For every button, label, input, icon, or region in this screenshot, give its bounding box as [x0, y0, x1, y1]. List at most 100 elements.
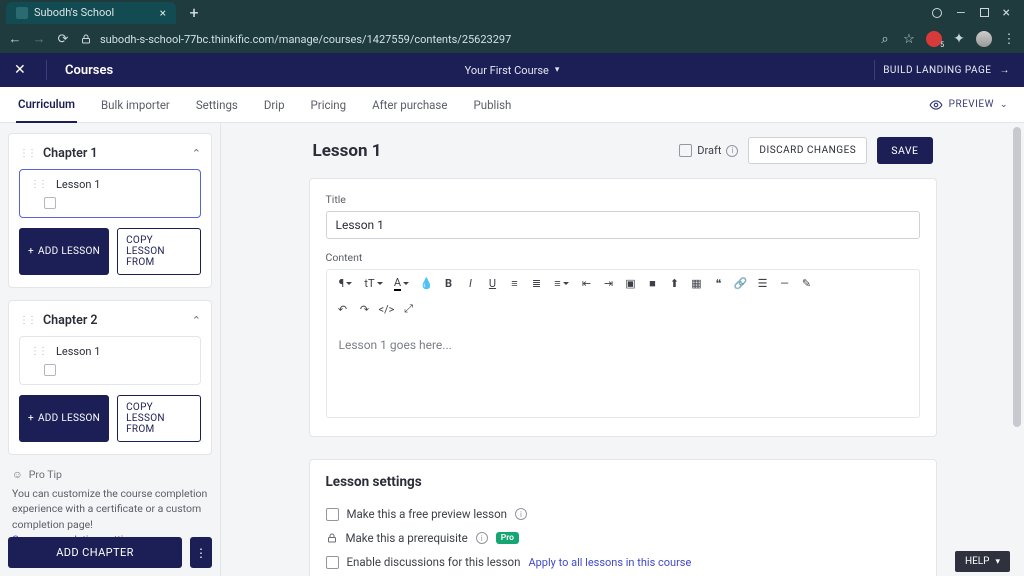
add-lesson-button[interactable]: +ADD LESSON	[19, 228, 109, 275]
checkbox[interactable]	[679, 144, 692, 157]
draft-toggle[interactable]: Draft i	[679, 144, 738, 157]
ordered-list-icon[interactable]: ≡	[505, 274, 525, 292]
copy-lesson-button[interactable]: COPY LESSON FROM	[117, 395, 201, 442]
build-landing-page-button[interactable]: BUILD LANDING PAGE	[883, 65, 991, 76]
apply-all-link[interactable]: Apply to all lessons in this course	[528, 556, 691, 569]
underline-icon[interactable]: U	[483, 274, 503, 292]
tab-after-purchase[interactable]: After purchase	[370, 88, 449, 122]
text-color-icon[interactable]: A	[389, 274, 415, 292]
course-name: Your First Course	[465, 64, 549, 77]
undo-icon[interactable]: ↶	[333, 300, 353, 318]
editor-toolbar: ¶ tT A 💧 B I U ≡ ≣ ≡ ⇤ ⇥ ▣ ■ ⬆ ▦ ❝	[326, 269, 920, 322]
add-lesson-button[interactable]: +ADD LESSON	[19, 395, 109, 442]
menu-icon[interactable]: ⋮	[1002, 32, 1016, 47]
extensions-icon[interactable]: ✦	[952, 31, 966, 47]
chevron-down-icon: ▾	[555, 65, 560, 75]
tab-curriculum[interactable]: Curriculum	[16, 87, 77, 123]
checkbox[interactable]	[326, 508, 339, 521]
close-window-icon[interactable]: ×	[1003, 5, 1010, 21]
browser-tab[interactable]: Subodh's School ×	[6, 2, 176, 24]
lesson-type-icon	[44, 364, 56, 376]
highlight-icon[interactable]: 💧	[417, 274, 437, 292]
extension-abp-icon[interactable]	[926, 31, 942, 47]
code-view-icon[interactable]: </>	[377, 300, 397, 318]
info-icon[interactable]: i	[476, 532, 488, 544]
draft-label: Draft	[697, 144, 721, 157]
course-selector[interactable]: Your First Course ▾	[465, 64, 560, 77]
content-editor[interactable]: Lesson 1 goes here...	[326, 322, 920, 418]
new-tab-button[interactable]: +	[184, 3, 204, 23]
clear-format-icon[interactable]: ✎	[797, 274, 817, 292]
page-title: Lesson 1	[313, 141, 382, 161]
help-label: HELP	[965, 556, 990, 567]
scroll-thumb[interactable]	[1013, 127, 1021, 427]
tab-settings[interactable]: Settings	[194, 88, 240, 122]
profile-avatar[interactable]	[976, 31, 992, 47]
quote-icon[interactable]: ❝	[709, 274, 729, 292]
reload-icon[interactable]: ⟳	[56, 32, 70, 47]
image-icon[interactable]: ▣	[621, 274, 641, 292]
maximize-icon[interactable]	[980, 8, 989, 17]
paragraph-format-icon[interactable]: ¶	[333, 274, 359, 292]
drag-handle-icon[interactable]: ⋮⋮	[30, 179, 46, 190]
drag-handle-icon[interactable]: ⋮⋮	[19, 315, 35, 326]
indent-icon[interactable]: ⇥	[599, 274, 619, 292]
divider	[874, 60, 875, 80]
protip-label: Pro Tip	[29, 467, 62, 482]
checkbox[interactable]	[326, 556, 339, 569]
add-chapter-button[interactable]: ADD CHAPTER	[8, 537, 182, 568]
info-icon[interactable]: i	[515, 508, 527, 520]
save-button[interactable]: SAVE	[877, 137, 932, 164]
font-size-icon[interactable]: tT	[361, 274, 387, 292]
account-indicator-icon[interactable]	[932, 8, 942, 18]
lesson-item[interactable]: ⋮⋮ Lesson 1	[19, 169, 201, 218]
tab-publish[interactable]: Publish	[471, 88, 513, 122]
italic-icon[interactable]: I	[461, 274, 481, 292]
star-icon[interactable]: ☆	[902, 32, 916, 47]
minimize-icon[interactable]: —	[956, 6, 965, 20]
unordered-list-icon[interactable]: ≣	[527, 274, 547, 292]
drag-handle-icon[interactable]: ⋮⋮	[19, 148, 35, 159]
tab-drip[interactable]: Drip	[262, 88, 287, 122]
fullscreen-icon[interactable]: ⤢	[399, 300, 419, 318]
align-icon[interactable]: ≡	[549, 274, 575, 292]
chapter-card: ⋮⋮ Chapter 1 ⌃ ⋮⋮ Lesson 1 +ADD LESSON C…	[8, 133, 212, 288]
prerequisite-label: Make this a prerequisite	[346, 531, 468, 545]
outdent-icon[interactable]: ⇤	[577, 274, 597, 292]
table-icon[interactable]: ▦	[687, 274, 707, 292]
drag-handle-icon[interactable]: ⋮⋮	[30, 346, 46, 357]
lesson-type-icon	[44, 197, 56, 209]
discard-changes-button[interactable]: DISCARD CHANGES	[748, 137, 867, 164]
lesson-item[interactable]: ⋮⋮ Lesson 1	[19, 336, 201, 385]
back-icon[interactable]: ←	[8, 31, 22, 47]
search-icon[interactable]: ⌕	[878, 32, 892, 47]
pro-badge: Pro	[496, 532, 519, 544]
chevron-up-icon[interactable]: ⌃	[192, 147, 201, 160]
tab-bulk-importer[interactable]: Bulk importer	[99, 88, 172, 122]
chapter-title[interactable]: Chapter 2	[43, 313, 184, 328]
copy-lesson-button[interactable]: COPY LESSON FROM	[117, 228, 201, 275]
chevron-up-icon[interactable]: ⌃	[192, 314, 201, 327]
title-input[interactable]	[326, 211, 920, 239]
redo-icon[interactable]: ↷	[355, 300, 375, 318]
upload-icon[interactable]: ⬆	[665, 274, 685, 292]
curriculum-sidebar: ⋮⋮ Chapter 1 ⌃ ⋮⋮ Lesson 1 +ADD LESSON C…	[0, 123, 221, 576]
chapter-more-button[interactable]: ⋮	[190, 537, 212, 568]
help-button[interactable]: HELP ▾	[955, 551, 1010, 572]
tab-pricing[interactable]: Pricing	[309, 88, 349, 122]
close-tab-icon[interactable]: ×	[160, 6, 166, 20]
preview-button[interactable]: PREVIEW ⌄	[929, 98, 1008, 112]
bold-icon[interactable]: B	[439, 274, 459, 292]
address-bar[interactable]: subodh-s-school-77bc.thinkific.com/manag…	[80, 33, 868, 46]
favicon	[16, 7, 28, 19]
info-icon[interactable]: i	[726, 145, 738, 157]
scrollbar[interactable]	[1012, 123, 1022, 576]
close-editor-icon[interactable]: ✕	[14, 62, 28, 78]
plus-icon: +	[28, 246, 34, 257]
link-icon[interactable]: 🔗	[731, 274, 751, 292]
video-icon[interactable]: ■	[643, 274, 663, 292]
hr-icon[interactable]: ☰	[753, 274, 773, 292]
chapter-title[interactable]: Chapter 1	[43, 146, 184, 161]
arrow-right-icon: →	[1000, 65, 1011, 76]
line-icon[interactable]: —	[775, 274, 795, 292]
